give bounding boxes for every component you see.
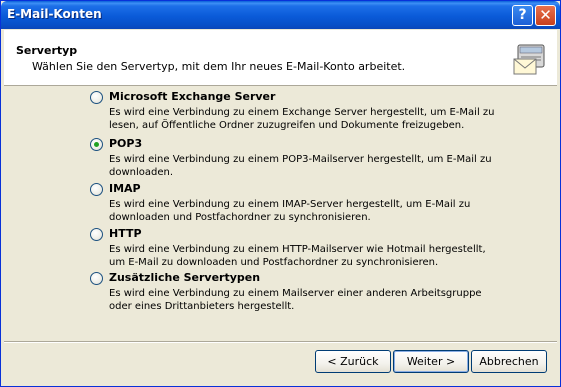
- option-label[interactable]: HTTP: [109, 227, 142, 240]
- cancel-button[interactable]: Abbrechen: [471, 350, 547, 373]
- dialog-window: E-Mail-Konten ? ✕ Servertyp Wählen Sie d…: [0, 0, 561, 387]
- option-description: Es wird eine Verbindung zu einem POP3-Ma…: [109, 154, 492, 178]
- page-subtitle: Wählen Sie den Servertyp, mit dem Ihr ne…: [32, 60, 406, 73]
- help-button[interactable]: ?: [512, 5, 533, 26]
- footer-divider: [4, 341, 557, 343]
- server-type-options: Microsoft Exchange Server Es wird eine V…: [4, 87, 557, 339]
- radio-http[interactable]: [90, 228, 103, 241]
- mail-server-icon: [513, 44, 545, 75]
- option-description: Es wird eine Verbindung zu einem HTTP-Ma…: [109, 244, 486, 268]
- radio-imap[interactable]: [90, 183, 103, 196]
- option-description: Es wird eine Verbindung zu einem Mailser…: [109, 288, 482, 312]
- window-title: E-Mail-Konten: [7, 7, 102, 21]
- wizard-header: Servertyp Wählen Sie den Servertyp, mit …: [4, 30, 557, 86]
- radio-exchange[interactable]: [90, 91, 103, 104]
- radio-additional[interactable]: [90, 272, 103, 285]
- radio-pop3[interactable]: [90, 138, 103, 151]
- next-button[interactable]: Weiter >: [393, 350, 469, 373]
- title-bar[interactable]: E-Mail-Konten ? ✕: [1, 1, 560, 29]
- back-button[interactable]: < Zurück: [315, 350, 391, 373]
- option-label[interactable]: Microsoft Exchange Server: [109, 90, 275, 103]
- option-description: Es wird eine Verbindung zu einem Exchang…: [109, 107, 495, 131]
- option-description: Es wird eine Verbindung zu einem IMAP-Se…: [109, 199, 471, 223]
- option-label[interactable]: IMAP: [109, 182, 141, 195]
- page-title: Servertyp: [16, 44, 78, 57]
- option-label[interactable]: Zusätzliche Servertypen: [109, 271, 260, 284]
- close-button[interactable]: ✕: [535, 5, 556, 26]
- option-label[interactable]: POP3: [109, 137, 142, 150]
